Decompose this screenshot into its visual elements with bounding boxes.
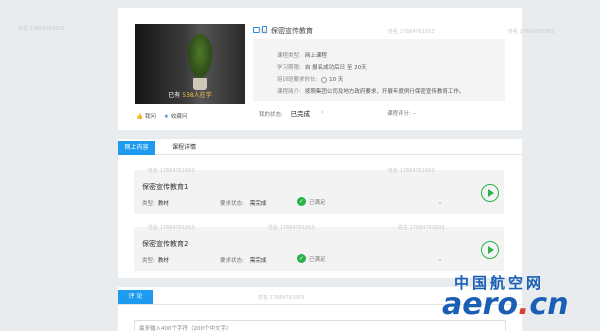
list-item[interactable]: 保密宣传教育1 类型: 教材 要求状态: 需完成 ✓ 已满足 ⌄	[134, 170, 504, 214]
item-requirement: 要求状态: 需完成	[220, 256, 266, 264]
watermark: 姓名 17684761803	[148, 168, 195, 174]
meta-key: 学习期限:	[277, 65, 301, 71]
meta-key: 课程简介:	[277, 89, 301, 95]
course-card: 已有 538人在学 保密宣传教育 课程类型: 网上课程 学习期限: 自 报名成功后日…	[18, 8, 555, 130]
status-label: 我的状态:	[259, 112, 283, 118]
watermark: 姓名 17684761803	[388, 29, 435, 35]
item-title: 保密宣传教育2	[142, 240, 189, 248]
chevron-down-icon[interactable]: ⌄	[437, 198, 443, 206]
meta-key: 课程类型:	[277, 53, 301, 59]
ask-label: 我问	[144, 114, 156, 120]
meta-value: 网上课程	[304, 53, 327, 59]
course-actions: 👍 我问 ★ 收藏问	[136, 112, 187, 120]
check-icon: ✓	[297, 254, 306, 263]
star-icon: ★	[163, 114, 169, 120]
cover-caption-prefix: 已有	[168, 92, 181, 99]
watermark: 姓名 17684761803	[18, 26, 65, 32]
item-type-label: 类型:	[142, 201, 155, 207]
play-icon[interactable]	[481, 184, 499, 202]
watermark: 姓名 17684761803	[388, 168, 435, 174]
chevron-down-icon[interactable]: ⌄	[437, 255, 443, 263]
meta-study-period: 学习期限: 自 报名成功后日 至 20天	[277, 63, 367, 71]
content-card: 网上内容 课程详情 保密宣传教育1 类型: 教材 要求状态: 需完成 ✓ 已满足 ⌄ …	[118, 139, 522, 278]
course-score: 课程评分: --	[387, 109, 417, 117]
meta-course-type: 课程类型: 网上课程	[277, 51, 327, 59]
watermark: 姓名 17684761803	[268, 225, 315, 231]
item-type: 类型: 教材	[142, 256, 169, 264]
item-done-status: ✓ 已满足	[297, 254, 326, 263]
plant-image	[187, 34, 213, 80]
logo-en-main: aero	[442, 287, 518, 322]
tab-bar: 网上内容 课程详情	[118, 139, 522, 155]
course-meta-box: 课程类型: 网上课程 学习期限: 自 报名成功后日 至 20天 培训班要求时长: 1…	[253, 39, 505, 101]
item-req-label: 要求状态:	[220, 258, 244, 264]
item-done-label: 已满足	[309, 199, 326, 206]
meta-value: 自 报名成功后日 至 20天	[304, 65, 367, 71]
meta-introduction: 课程简介: 按照集团公司及地方政府要求，开展年度例行保密宣传教育工作。	[277, 87, 464, 95]
item-type-label: 类型:	[142, 258, 155, 264]
watermark: 姓名 17684761803	[148, 225, 195, 231]
aero-cn-logo: 中国航空网 aero.cn	[442, 272, 600, 331]
tab-course-details[interactable]: 课程详情	[166, 141, 202, 155]
check-icon: ✓	[297, 197, 306, 206]
watermark: 姓名 17684761803	[398, 225, 445, 231]
meta-value: 按照集团公司及地方政府要求，开展年度例行保密宣传教育工作。	[304, 89, 465, 95]
logo-en-dot: .	[518, 287, 530, 322]
plant-pot-image	[193, 78, 207, 90]
score-label: 课程评分:	[387, 111, 411, 117]
item-done-label: 已满足	[309, 256, 326, 263]
watermark: 姓名 17684761803	[258, 295, 305, 301]
item-type-value: 教材	[157, 201, 169, 207]
watermark: 姓名 17684761803	[508, 29, 555, 35]
item-req-value: 需完成	[249, 258, 267, 264]
item-done-status: ✓ 已满足	[297, 197, 326, 206]
item-requirement: 要求状态: 需完成	[220, 199, 266, 207]
info-icon[interactable]	[321, 76, 328, 83]
watermark: 姓名 17684761803	[258, 29, 305, 35]
tab-online-content[interactable]: 网上内容	[118, 141, 155, 155]
logo-en-tld: cn	[529, 287, 569, 322]
item-type-value: 教材	[157, 258, 169, 264]
chevron-right-icon[interactable]: ›	[321, 108, 324, 116]
meta-key: 培训班要求时长:	[277, 77, 318, 83]
course-cover-image[interactable]: 已有 538人在学	[135, 24, 245, 104]
ask-button[interactable]: 👍 我问	[136, 112, 156, 120]
favorite-button[interactable]: ★ 收藏问	[164, 112, 187, 120]
logo-english: aero.cn	[442, 287, 569, 322]
item-req-value: 需完成	[249, 201, 267, 207]
cover-caption: 已有 538人在学	[135, 90, 245, 99]
item-type: 类型: 教材	[142, 199, 169, 207]
thumb-icon: 👍	[136, 114, 143, 120]
cover-caption-count: 538人在学	[182, 92, 212, 99]
favorite-label: 收藏问	[170, 114, 188, 120]
meta-required-duration: 培训班要求时长: 10 天	[277, 75, 343, 83]
meta-value: 10 天	[329, 77, 344, 83]
status-value: 已完成	[290, 110, 311, 118]
tab-comments[interactable]: 评 论	[118, 290, 153, 304]
item-title: 保密宣传教育1	[142, 183, 189, 191]
score-value: --	[412, 111, 417, 117]
status-row: 我的状态: 已完成 › 课程评分: --	[259, 108, 509, 118]
play-icon[interactable]	[481, 241, 499, 259]
item-req-label: 要求状态:	[220, 201, 244, 207]
list-item[interactable]: 保密宣传教育2 类型: 教材 要求状态: 需完成 ✓ 已满足 ⌄	[134, 227, 504, 271]
